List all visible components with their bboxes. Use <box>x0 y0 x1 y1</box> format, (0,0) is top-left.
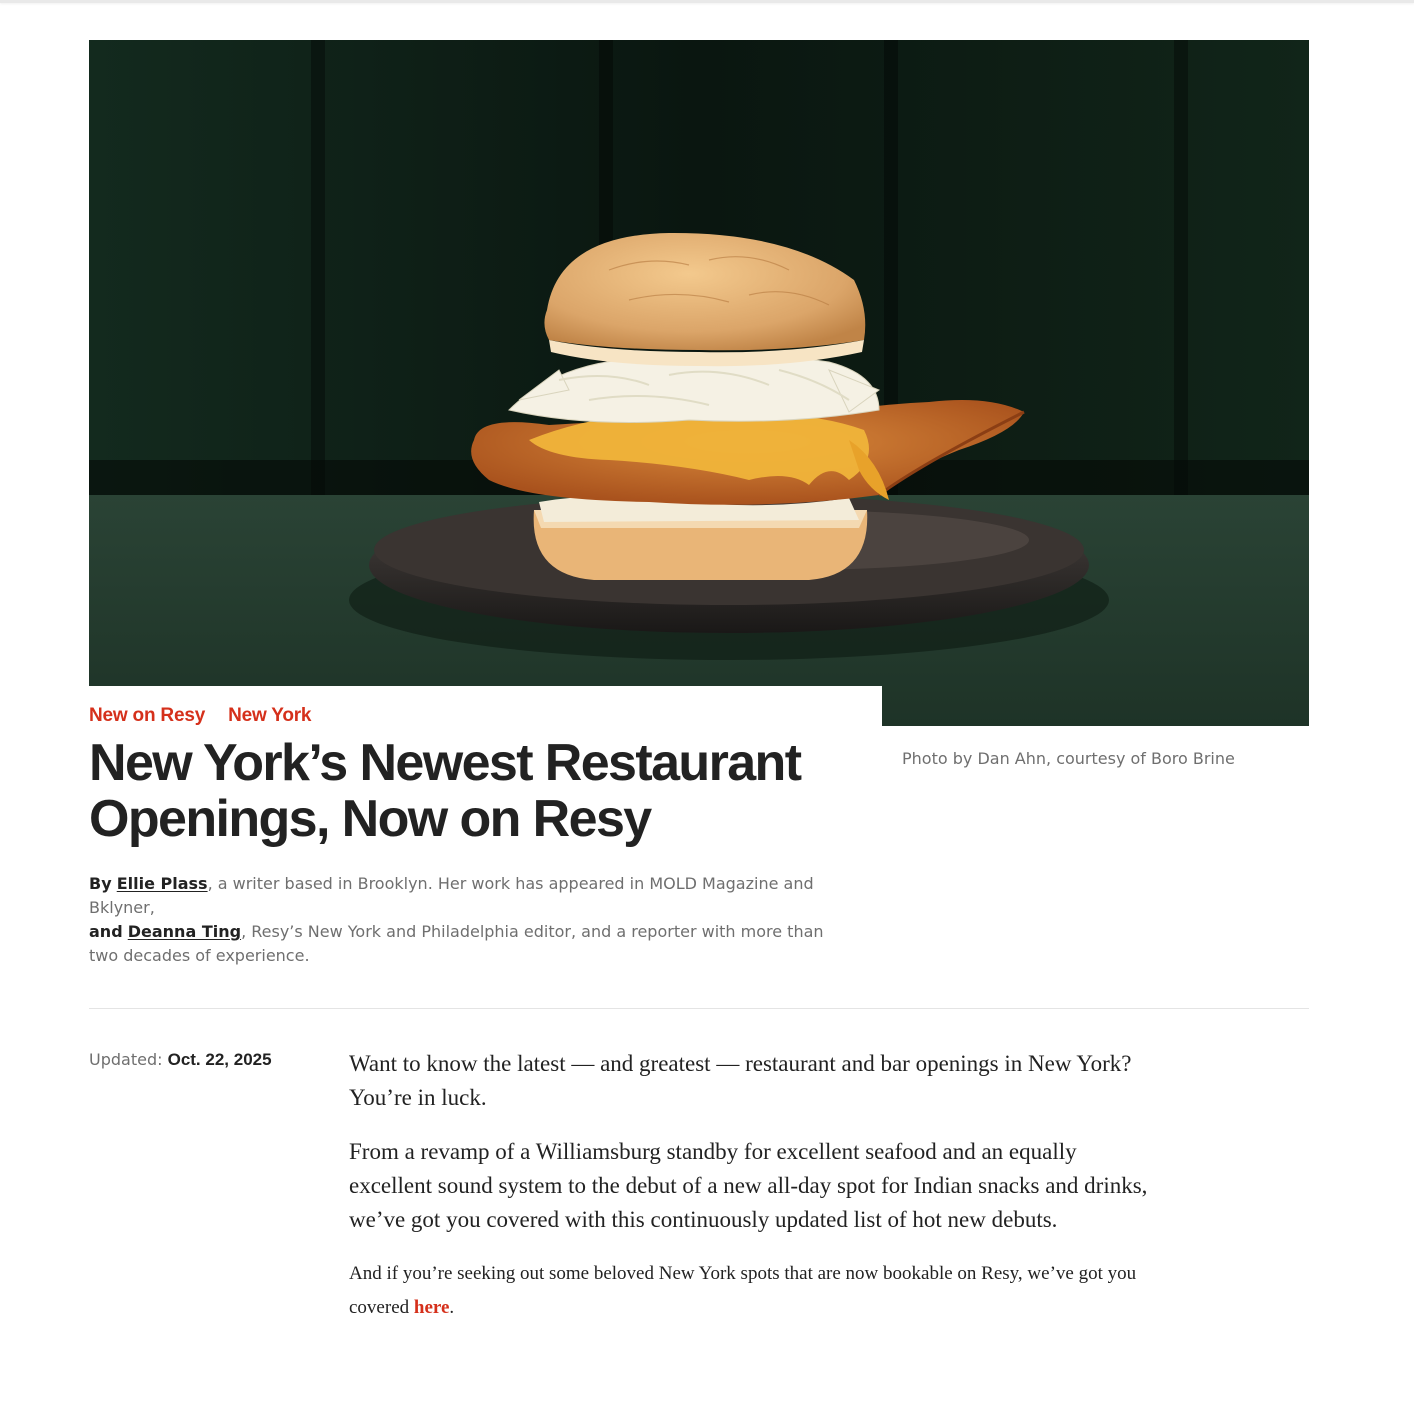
sandwich-photo <box>89 40 1309 726</box>
byline-prefix: and <box>89 922 123 941</box>
updated-info: Updated: Oct. 22, 2025 <box>89 1050 272 1070</box>
author-link-deanna-ting[interactable]: Deanna Ting <box>128 922 241 941</box>
author-link-ellie-plass[interactable]: Ellie Plass <box>117 874 208 893</box>
body-paragraph: From a revamp of a Williamsburg standby … <box>349 1139 1148 1232</box>
top-bar <box>0 0 1414 3</box>
photo-caption: Photo by Dan Ahn, courtesy of Boro Brine <box>902 749 1235 768</box>
body-paragraph: Want to know the latest — and greatest —… <box>349 1051 1132 1110</box>
byline: By Ellie Plass, a writer based in Brookl… <box>89 872 849 968</box>
closing-text: And if you’re seeking out some beloved N… <box>349 1263 1137 1318</box>
section-divider <box>89 1008 1309 1009</box>
tag-new-on-resy[interactable]: New on Resy <box>89 705 205 727</box>
updated-date: Oct. 22, 2025 <box>167 1050 272 1069</box>
byline-prefix: By <box>89 874 112 893</box>
updated-label: Updated: <box>89 1050 163 1069</box>
here-link[interactable]: here <box>414 1297 450 1318</box>
article-tags: New on Resy New York <box>89 705 311 727</box>
byline-author-2: and Deanna Ting, Resy’s New York and Phi… <box>89 920 849 968</box>
hero-image <box>89 40 1309 726</box>
article-title: New York’s Newest Restaurant Openings, N… <box>89 734 802 848</box>
closing-period: . <box>449 1297 455 1318</box>
tag-new-york[interactable]: New York <box>228 705 311 727</box>
article-body: Want to know the latest — and greatest —… <box>349 1047 1149 1325</box>
closing-paragraph: And if you’re seeking out some beloved N… <box>349 1257 1149 1325</box>
byline-author-1: By Ellie Plass, a writer based in Brookl… <box>89 872 849 920</box>
